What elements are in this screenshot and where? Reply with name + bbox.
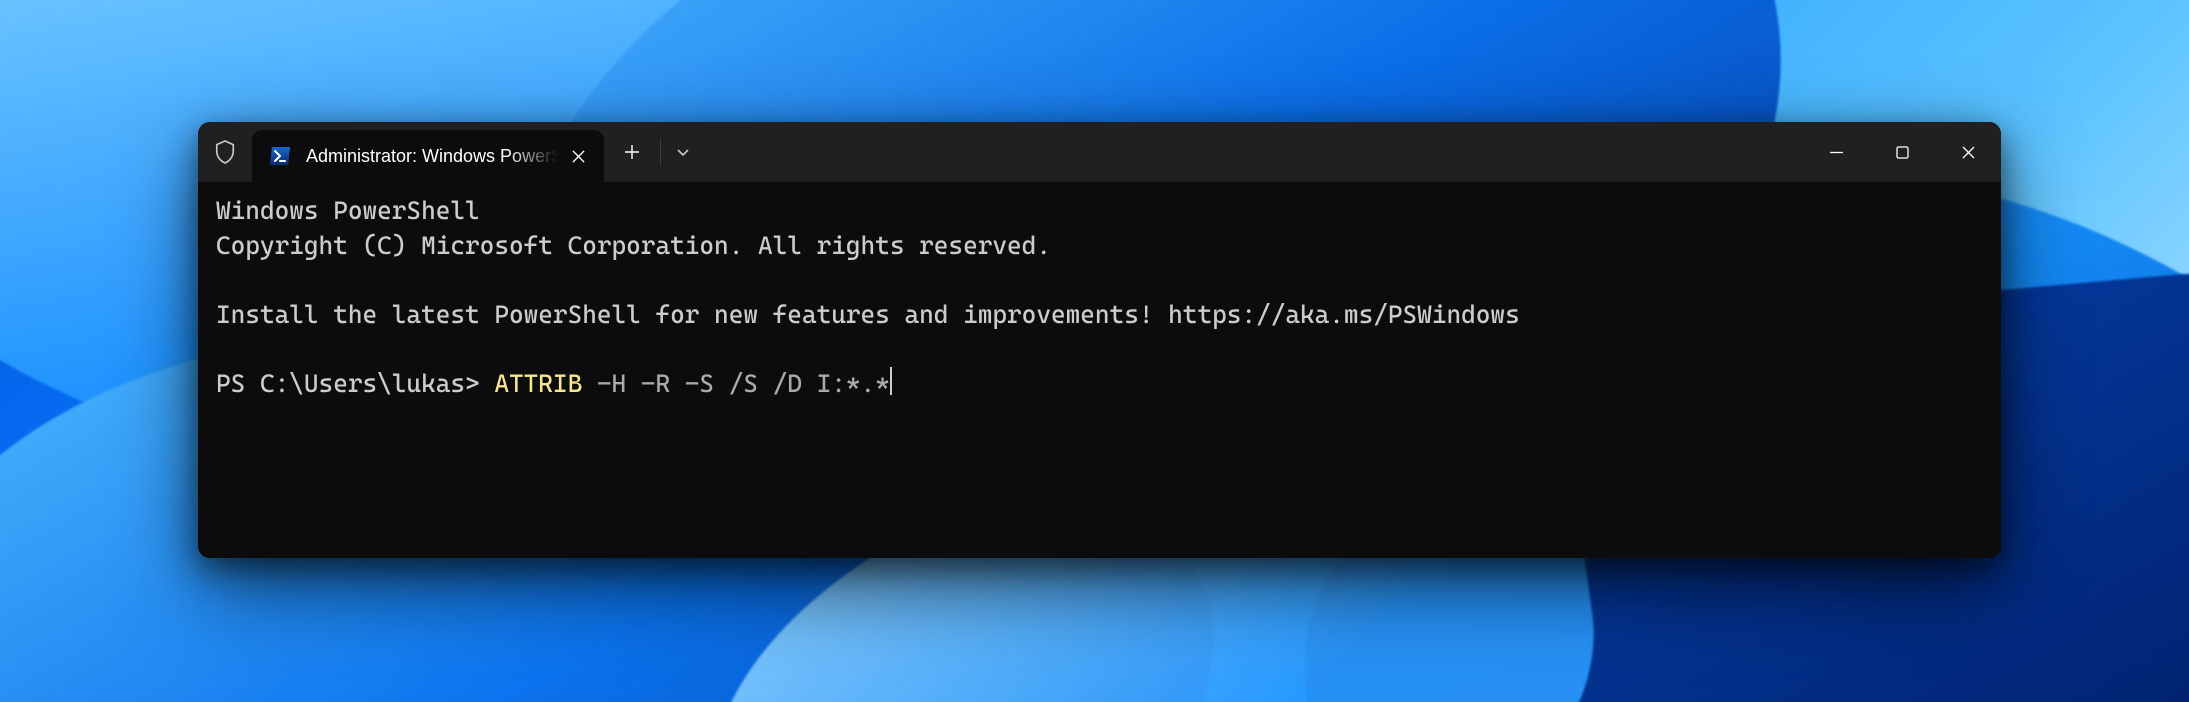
terminal-line: Install the latest PowerShell for new fe… xyxy=(216,300,1520,329)
tab-close-button[interactable] xyxy=(566,144,590,168)
maximize-button[interactable] xyxy=(1869,122,1935,182)
terminal-content[interactable]: Windows PowerShell Copyright (C) Microso… xyxy=(198,182,2001,558)
command-name: ATTRIB xyxy=(494,367,597,402)
tab-dropdown-button[interactable] xyxy=(660,138,704,166)
tab-powershell[interactable]: Administrator: Windows PowerShell xyxy=(252,130,604,182)
terminal-line: Copyright (C) Microsoft Corporation. All… xyxy=(216,231,1051,260)
new-tab-button[interactable] xyxy=(604,122,660,182)
powershell-icon xyxy=(268,144,292,168)
close-button[interactable] xyxy=(1935,122,2001,182)
command-args: -H -R -S /S /D I:*.* xyxy=(597,367,890,402)
admin-shield-icon xyxy=(198,122,252,182)
terminal-line: Windows PowerShell xyxy=(216,196,480,225)
cursor xyxy=(890,367,892,395)
tab-title: Administrator: Windows PowerShell xyxy=(306,146,558,167)
prompt-text: PS C:\Users\lukas> xyxy=(216,367,494,402)
minimize-button[interactable] xyxy=(1803,122,1869,182)
terminal-window: Administrator: Windows PowerShell xyxy=(198,122,2001,558)
titlebar[interactable]: Administrator: Windows PowerShell xyxy=(198,122,2001,182)
